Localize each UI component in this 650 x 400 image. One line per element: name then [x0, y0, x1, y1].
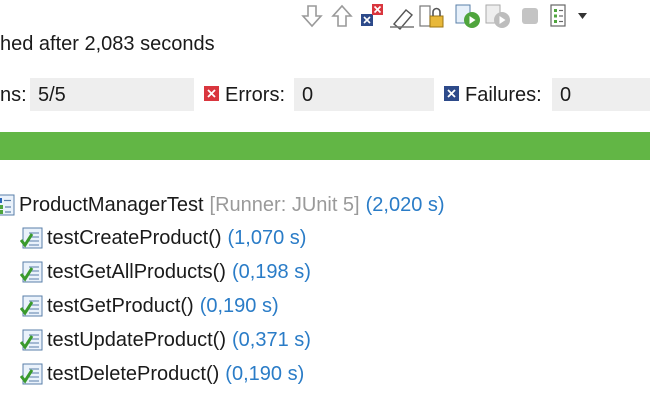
next-failure-icon[interactable]: [298, 2, 326, 30]
stop-icon[interactable]: [516, 2, 544, 30]
runs-label: ns:: [0, 84, 27, 106]
test-passed-icon: [20, 295, 43, 317]
errors-value-box: [294, 78, 434, 111]
errors-label: Errors:: [225, 84, 285, 106]
suite-time: (2,020 s): [365, 193, 445, 216]
test-case-row[interactable]: testUpdateProduct() (0,371 s): [20, 325, 311, 355]
test-name: testDeleteProduct(): [47, 362, 220, 385]
test-time: (1,070 s): [227, 226, 307, 249]
test-passed-icon: [20, 227, 43, 249]
test-time: (0,371 s): [231, 328, 311, 351]
scroll-lock-icon[interactable]: [418, 2, 446, 30]
error-icon: [204, 86, 219, 101]
status-message: hed after 2,083 seconds: [0, 33, 215, 55]
test-passed-icon: [20, 329, 43, 351]
failures-value: 0: [560, 84, 572, 106]
suite-runner: [Runner: JUnit 5]: [209, 193, 360, 216]
failures-label: Failures:: [465, 84, 542, 106]
test-case-row[interactable]: testGetProduct() (0,190 s): [20, 291, 279, 321]
test-name: testUpdateProduct(): [47, 328, 226, 351]
test-name: testGetAllProducts(): [47, 260, 226, 283]
previous-failure-icon[interactable]: [328, 2, 356, 30]
rerun-test-icon[interactable]: [454, 2, 482, 30]
test-run-history-icon[interactable]: [546, 2, 574, 30]
runs-value: 5/5: [38, 84, 66, 106]
test-time: (0,190 s): [225, 362, 305, 385]
suite-node[interactable]: ProductManagerTest [Runner: JUnit 5] (2,…: [0, 190, 445, 220]
test-case-row[interactable]: testDeleteProduct() (0,190 s): [20, 359, 304, 389]
test-passed-icon: [20, 261, 43, 283]
suite-name: ProductManagerTest: [19, 193, 204, 216]
test-name: testCreateProduct(): [47, 226, 222, 249]
errors-value: 0: [302, 84, 314, 106]
test-passed-icon: [20, 363, 43, 385]
rerun-failed-first-icon[interactable]: [484, 2, 512, 30]
test-suite-icon: [0, 194, 15, 216]
show-failures-only-icon[interactable]: [358, 2, 386, 30]
test-name: testGetProduct(): [47, 294, 194, 317]
test-case-row[interactable]: testGetAllProducts() (0,198 s): [20, 257, 311, 287]
test-time: (0,198 s): [231, 260, 311, 283]
test-case-row[interactable]: testCreateProduct() (1,070 s): [20, 223, 306, 253]
view-menu-icon[interactable]: [576, 2, 590, 30]
failure-icon: [444, 86, 459, 101]
progress-bar: [0, 132, 650, 160]
progress-bar-fill: [0, 132, 650, 160]
clear-icon[interactable]: [388, 2, 416, 30]
test-counters: ns: 5/5 Errors: 0 Failures: 0: [0, 78, 650, 112]
test-time: (0,190 s): [199, 294, 279, 317]
